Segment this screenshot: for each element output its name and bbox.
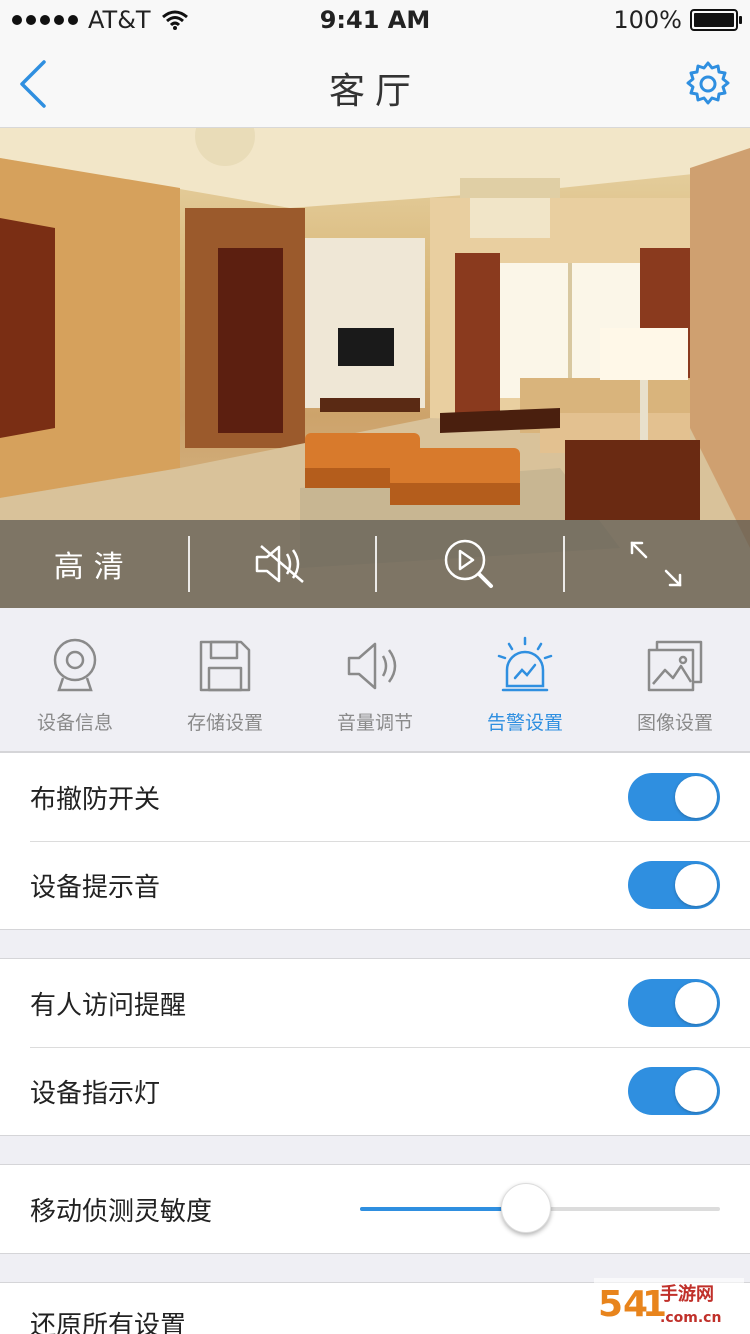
toggle-knob: [675, 1070, 717, 1112]
setting-label: 还原所有设置: [30, 1310, 187, 1334]
fullscreen-icon: [631, 541, 682, 587]
setting-label: 布撤防开关: [30, 784, 161, 815]
fullscreen-button[interactable]: [562, 520, 750, 608]
setting-row-arm-disarm: 布撤防开关: [0, 753, 750, 841]
tab-label: 图像设置: [636, 712, 713, 734]
battery-icon: [690, 9, 742, 31]
toggle-knob: [675, 982, 717, 1024]
tab-label: 告警设置: [486, 712, 563, 734]
speaker-muted-icon: [256, 545, 305, 583]
floppy-disk-icon: [199, 640, 251, 692]
settings-group-motion: 移动侦测灵敏度: [0, 1164, 750, 1254]
mute-button[interactable]: [187, 520, 376, 608]
tab-alarm-settings[interactable]: 告警设置: [450, 608, 600, 752]
setting-row-motion-sensitivity: 移动侦测灵敏度: [0, 1165, 750, 1253]
svg-text:手游网: 手游网: [660, 1283, 714, 1305]
motion-sensitivity-slider[interactable]: [360, 1183, 720, 1233]
tab-image-settings[interactable]: 图像设置: [600, 608, 750, 752]
settings-group-notifications: 有人访问提醒 设备指示灯: [0, 958, 750, 1136]
svg-text:54: 54: [598, 1284, 648, 1325]
video-control-bar: 高清: [0, 520, 750, 608]
battery-fill: [694, 13, 734, 27]
status-bar: AT&T 9:41 AM 100%: [0, 0, 750, 40]
tab-storage-settings[interactable]: 存储设置: [150, 608, 300, 752]
visitor-alert-toggle[interactable]: [628, 979, 720, 1027]
playback-search-icon: [444, 539, 493, 588]
quality-label: 高清: [53, 550, 134, 585]
setting-label: 设备指示灯: [30, 1078, 161, 1109]
gear-icon[interactable]: [684, 60, 732, 108]
tab-device-info[interactable]: 设备信息: [0, 608, 150, 752]
setting-row-visitor-alert: 有人访问提醒: [0, 959, 750, 1047]
indicator-light-toggle[interactable]: [628, 1067, 720, 1115]
setting-label: 移动侦测灵敏度: [30, 1196, 213, 1227]
page-title: 客厅: [328, 71, 421, 112]
nav-bar: 客厅: [0, 40, 750, 128]
tab-volume[interactable]: 音量调节: [300, 608, 450, 752]
status-right: 100%: [613, 6, 742, 34]
toggle-knob: [675, 776, 717, 818]
settings-group-arming: 布撤防开关 设备提示音: [0, 752, 750, 930]
speaker-icon: [347, 642, 397, 690]
site-watermark-logo: 54 1 手游网 .com.cn: [594, 1278, 744, 1328]
tab-label: 设备信息: [36, 712, 113, 734]
tab-label: 存储设置: [186, 712, 263, 734]
svg-text:.com.cn: .com.cn: [660, 1310, 721, 1326]
tab-label: 音量调节: [336, 712, 413, 734]
playback-button[interactable]: [375, 520, 563, 608]
setting-label: 有人访问提醒: [30, 990, 187, 1021]
settings-tab-bar: 设备信息 存储设置 音量调节 告警设置 图像设置: [0, 608, 750, 752]
camera-icon: [53, 638, 97, 692]
setting-row-indicator-light: 设备指示灯: [0, 1047, 750, 1135]
quality-button[interactable]: 高清: [0, 520, 188, 608]
arm-disarm-toggle[interactable]: [628, 773, 720, 821]
toggle-knob: [675, 864, 717, 906]
device-sound-toggle[interactable]: [628, 861, 720, 909]
alarm-siren-icon: [497, 636, 553, 692]
image-icon: [647, 640, 703, 692]
setting-row-device-sound: 设备提示音: [0, 841, 750, 929]
setting-label: 设备提示音: [30, 872, 161, 903]
slider-thumb[interactable]: [500, 1183, 551, 1233]
battery-percent: 100%: [613, 6, 682, 34]
camera-video-feed[interactable]: 高清: [0, 128, 750, 608]
